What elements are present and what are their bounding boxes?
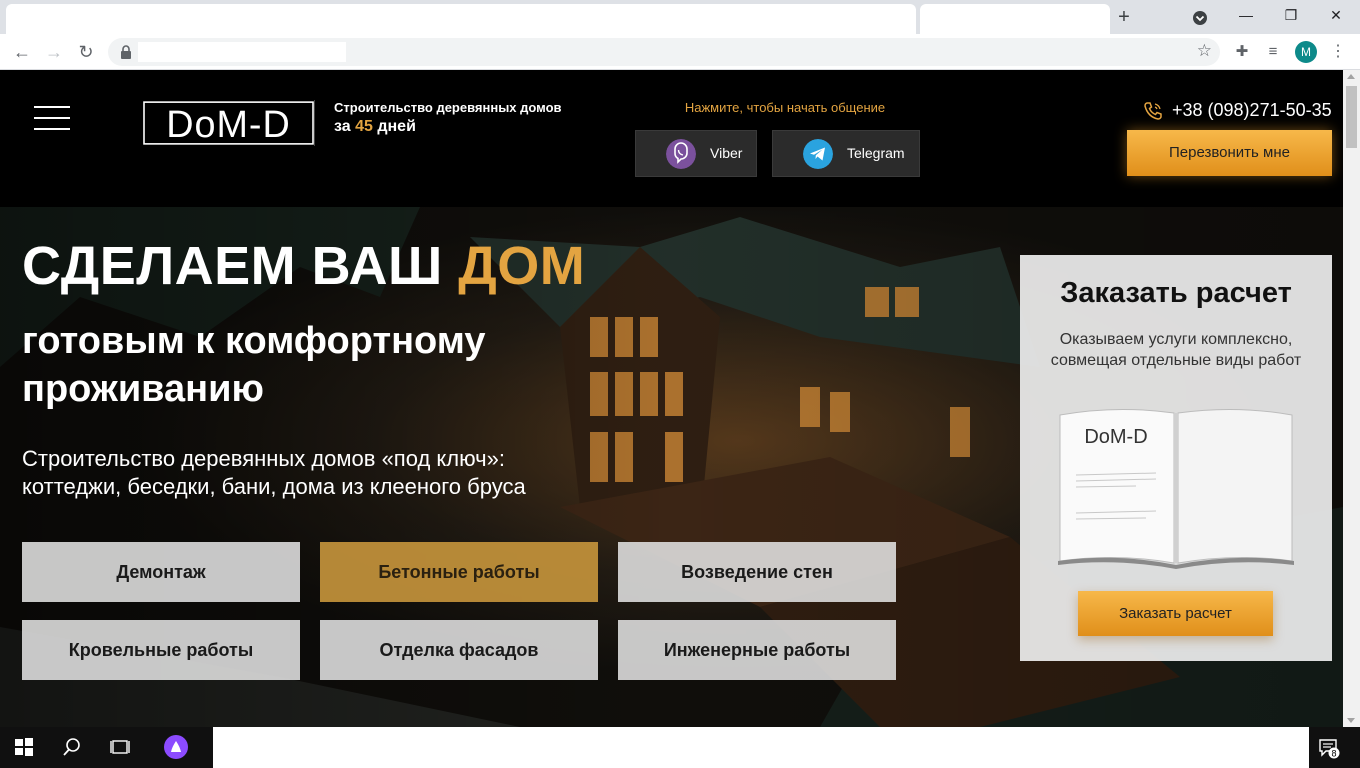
order-calculation-card: Заказать расчет Оказываем услуги комплек…: [1020, 255, 1332, 661]
extensions-puzzle-icon[interactable]: ✚: [1232, 42, 1252, 62]
svg-text:8: 8: [1331, 749, 1336, 759]
taskbar-apps-area: [213, 727, 1309, 768]
scroll-thumb[interactable]: [1346, 86, 1357, 148]
scroll-down-arrow-icon[interactable]: [1347, 718, 1355, 723]
bookmark-star-icon[interactable]: ☆: [1197, 41, 1212, 61]
catalog-book-image: DoM-D: [1058, 408, 1294, 569]
tab-search-icon[interactable]: [1190, 8, 1210, 28]
page-scrollbar[interactable]: [1343, 70, 1360, 727]
chat-prompt: Нажмите, чтобы начать общение: [684, 100, 886, 115]
phone-number[interactable]: +38 (098)271-50-35: [1172, 100, 1332, 121]
service-button-concrete[interactable]: Бетонные работы: [320, 542, 598, 602]
search-icon[interactable]: [62, 737, 82, 757]
lock-icon: [121, 45, 131, 59]
telegram-icon: [803, 139, 833, 169]
svg-text:DoM-D: DoM-D: [1084, 426, 1147, 448]
service-button-roofing[interactable]: Кровельные работы: [22, 620, 300, 680]
browser-tab-bar: + — ❐ ✕: [0, 0, 1360, 34]
profile-avatar[interactable]: M: [1295, 41, 1317, 63]
order-calculation-button[interactable]: Заказать расчет: [1078, 591, 1273, 636]
hero-title-accent: ДОМ: [458, 236, 586, 296]
service-button-walls[interactable]: Возведение стен: [618, 542, 896, 602]
telegram-label: Telegram: [847, 145, 905, 161]
order-card-title: Заказать расчет: [1060, 277, 1292, 309]
domd-logo[interactable]: DoM-D: [143, 100, 315, 146]
scroll-up-arrow-icon[interactable]: [1347, 74, 1355, 79]
service-button-facades[interactable]: Отделка фасадов: [320, 620, 598, 680]
service-button-engineering[interactable]: Инженерные работы: [618, 620, 896, 680]
windows-taskbar: 8: [0, 727, 1360, 768]
viber-icon: [666, 139, 696, 169]
svg-text:DoM-D: DoM-D: [166, 104, 291, 146]
address-bar[interactable]: ☆: [108, 38, 1220, 66]
order-card-subtitle: Оказываем услуги комплексно, совмещая от…: [1050, 331, 1302, 369]
hero-section: СДЕЛАЕМ ВАШ ДОМ готовым к комфортному пр…: [0, 207, 1343, 727]
hero-title: СДЕЛАЕМ ВАШ ДОМ: [22, 236, 586, 296]
window-restore-button[interactable]: ❐: [1271, 4, 1311, 28]
browser-menu-icon[interactable]: ⋮: [1330, 40, 1346, 64]
hamburger-menu-icon[interactable]: [34, 106, 70, 132]
browser-tab[interactable]: [6, 4, 916, 34]
forward-arrow-icon[interactable]: →: [42, 40, 66, 64]
window-minimize-button[interactable]: —: [1226, 4, 1266, 28]
media-queue-icon[interactable]: ≡: [1263, 42, 1283, 62]
hero-lead: Строительство деревянных домов «под ключ…: [22, 446, 526, 499]
browser-toolbar: ← → ↻ ☆ ✚ ≡ M ⋮: [0, 34, 1360, 70]
back-arrow-icon[interactable]: ←: [10, 40, 34, 64]
site-header: DoM-D Строительство деревянных домов за …: [0, 70, 1343, 207]
new-tab-button[interactable]: +: [1112, 6, 1136, 30]
url-text[interactable]: [138, 42, 346, 62]
reload-icon[interactable]: ↻: [74, 40, 98, 64]
window-close-button[interactable]: ✕: [1316, 4, 1356, 28]
service-button-demolition[interactable]: Демонтаж: [22, 542, 300, 602]
viber-button[interactable]: Viber: [635, 130, 757, 177]
windows-start-icon[interactable]: [14, 737, 34, 757]
page-viewport: DoM-D Строительство деревянных домов за …: [0, 70, 1343, 727]
tagline-line2: за 45 дней: [334, 118, 416, 135]
telegram-button[interactable]: Telegram: [772, 130, 920, 177]
callback-button[interactable]: Перезвонить мне: [1127, 130, 1332, 176]
browser-tab-secondary[interactable]: [920, 4, 1110, 34]
viber-label: Viber: [710, 145, 743, 161]
notification-center-icon[interactable]: 8: [1318, 737, 1340, 759]
task-view-icon[interactable]: [110, 737, 130, 757]
hero-subtitle: готовым к комфортному проживанию: [22, 320, 486, 410]
tagline-line1: Строительство деревянных домов: [334, 100, 562, 115]
alice-assistant-icon[interactable]: [164, 735, 188, 759]
phone-icon: [1144, 102, 1162, 120]
